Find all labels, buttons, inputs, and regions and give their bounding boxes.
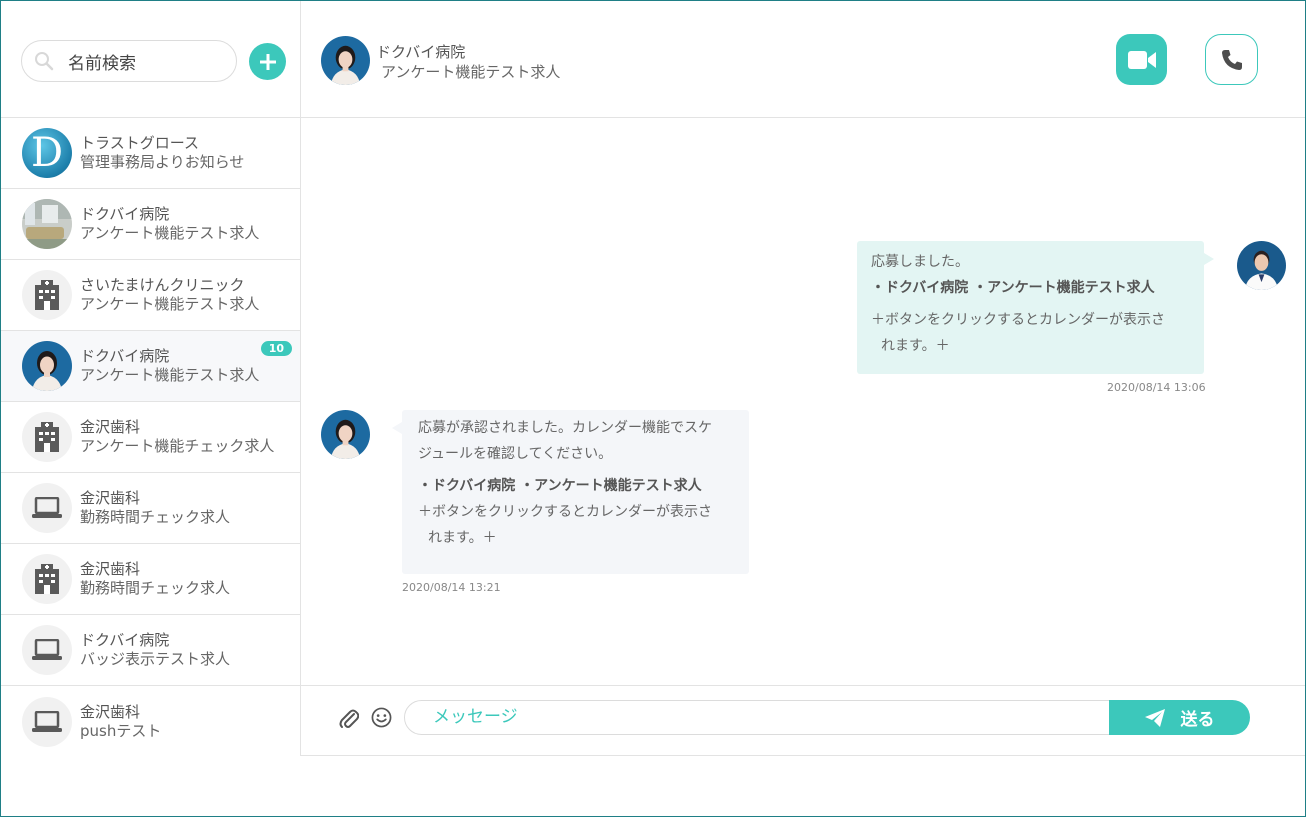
message-line: 応募が承認されました。カレンダー機能でスケ (418, 420, 712, 436)
conversation-sidebar: 名前検索 D トラストグロース 管理事務局よりお知らせ ドクバイ病院 アンケート… (1, 1, 301, 756)
conversation-item-active[interactable]: ドクバイ病院 アンケート機能テスト求人 10 (1, 331, 300, 402)
laptop-icon (22, 625, 72, 675)
message-list: 応募しました。 ・ドクバイ病院 ・アンケート機能テスト求人 ＋ボタンをクリックす… (301, 118, 1305, 685)
conversation-item[interactable]: ドクバイ病院 バッジ表示テスト求人 (1, 615, 300, 686)
conversation-subtitle: アンケート機能テスト求人 (80, 295, 260, 313)
conversation-name: ドクバイ病院 (80, 631, 170, 649)
conversation-subtitle: pushテスト (80, 721, 162, 740)
building-icon (22, 554, 72, 604)
message-line: ＋ボタンをクリックするとカレンダーが表示さ (871, 312, 1165, 328)
conversation-item[interactable]: 金沢歯科 アンケート機能チェック求人 (1, 402, 300, 473)
conversation-subtitle: 勤務時間チェック求人 (80, 508, 231, 526)
avatar-logo: D (22, 128, 72, 178)
conversation-name: 金沢歯科 (80, 702, 141, 721)
app-frame: 名前検索 D トラストグロース 管理事務局よりお知らせ ドクバイ病院 アンケート… (0, 0, 1306, 817)
conversation-item[interactable]: さいたまけんクリニック アンケート機能テスト求人 (1, 260, 300, 331)
sender-avatar (321, 410, 370, 459)
paperclip-icon (339, 709, 360, 728)
header-avatar (321, 36, 370, 85)
message-input[interactable]: メッセージ (404, 700, 1114, 735)
message-timestamp: 2020/08/14 13:06 (1107, 381, 1206, 394)
emoji-button[interactable] (371, 707, 392, 732)
message-line: れます。＋ (881, 338, 950, 354)
conversation-subtitle: アンケート機能テスト求人 (80, 366, 260, 384)
conversation-item[interactable]: 金沢歯科 pushテスト (1, 686, 300, 757)
message-line: ＋ボタンをクリックするとカレンダーが表示さ (418, 504, 712, 520)
header-title: ドクバイ病院 (376, 43, 466, 61)
conversation-name: さいたまけんクリニック (80, 276, 245, 294)
conversation-subtitle: 管理事務局よりお知らせ (80, 153, 245, 171)
conversation-name: 金沢歯科 (80, 560, 141, 578)
add-conversation-button[interactable] (249, 43, 286, 80)
my-avatar (1237, 241, 1286, 290)
conversation-name: ドクバイ病院 (80, 347, 170, 365)
attach-button[interactable] (339, 708, 360, 734)
search-placeholder: 名前検索 (68, 53, 136, 74)
search-area: 名前検索 (1, 1, 300, 118)
message-composer: メッセージ 送る (301, 685, 1305, 756)
avatar-photo (22, 199, 72, 249)
conversation-name: 金沢歯科 (80, 489, 141, 507)
incoming-message: 応募が承認されました。カレンダー機能でスケ ジュールを確認してください。 ・ドク… (392, 410, 749, 574)
laptop-icon (22, 483, 72, 533)
plus-icon (259, 53, 276, 70)
message-line: 応募しました。 (871, 254, 969, 270)
building-icon (22, 412, 72, 462)
conversation-subtitle: バッジ表示テスト求人 (80, 650, 231, 668)
unread-badge: 10 (260, 341, 292, 356)
send-button[interactable]: 送る (1109, 700, 1250, 735)
chat-header: ドクバイ病院 アンケート機能テスト求人 (301, 1, 1305, 118)
conversation-subtitle: アンケート機能チェック求人 (80, 437, 275, 455)
avatar-photo (22, 341, 72, 391)
conversation-name: 金沢歯科 (80, 418, 141, 436)
phone-icon (1221, 49, 1242, 70)
building-icon (22, 270, 72, 320)
conversation-name: トラストグロース (80, 134, 199, 152)
send-label: 送る (1180, 710, 1215, 730)
conversation-subtitle: 勤務時間チェック求人 (80, 579, 231, 597)
message-line: ジュールを確認してください。 (418, 446, 613, 462)
conversation-subtitle: アンケート機能テスト求人 (80, 224, 260, 242)
send-icon (1144, 708, 1165, 727)
conversation-item[interactable]: D トラストグロース 管理事務局よりお知らせ (1, 118, 300, 189)
message-line: ・ドクバイ病院 ・アンケート機能テスト求人 (871, 280, 1155, 296)
video-call-button[interactable] (1116, 34, 1167, 85)
conversation-item[interactable]: ドクバイ病院 アンケート機能テスト求人 (1, 189, 300, 260)
search-input[interactable]: 名前検索 (21, 40, 237, 82)
message-timestamp: 2020/08/14 13:21 (402, 581, 501, 594)
video-camera-icon (1127, 50, 1156, 69)
message-line: ・ドクバイ病院 ・アンケート機能テスト求人 (418, 478, 702, 494)
conversation-name: ドクバイ病院 (80, 205, 170, 223)
search-icon (35, 52, 54, 71)
smiley-icon (371, 707, 392, 728)
voice-call-button[interactable] (1205, 34, 1258, 85)
header-subtitle: アンケート機能テスト求人 (381, 63, 561, 81)
outgoing-message: 応募しました。 ・ドクバイ病院 ・アンケート機能テスト求人 ＋ボタンをクリックす… (857, 241, 1214, 374)
laptop-icon (22, 696, 72, 747)
conversation-item[interactable]: 金沢歯科 勤務時間チェック求人 (1, 473, 300, 544)
conversation-item[interactable]: 金沢歯科 勤務時間チェック求人 (1, 544, 300, 615)
message-line: れます。＋ (428, 530, 497, 546)
